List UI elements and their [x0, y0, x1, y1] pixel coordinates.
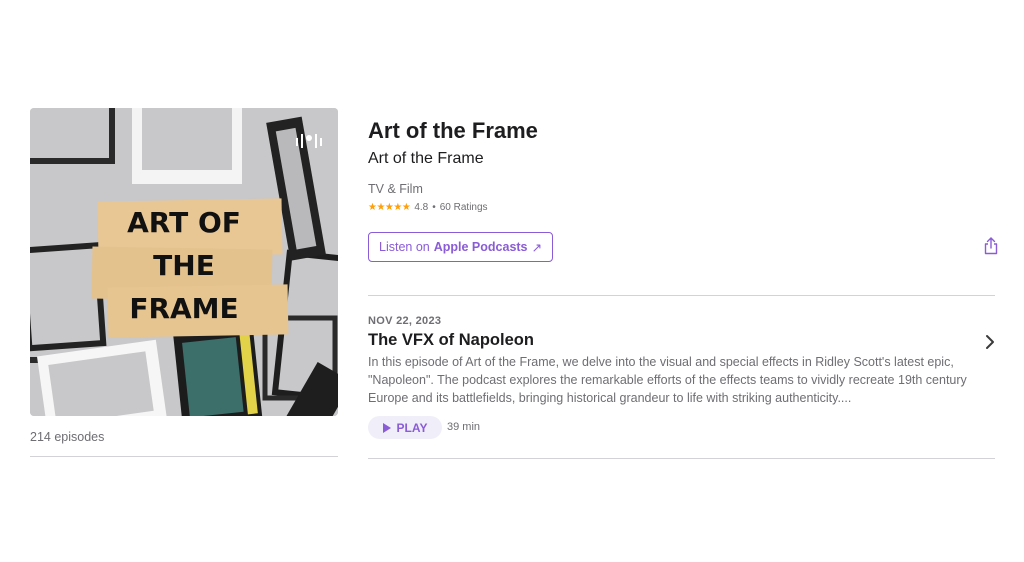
- artwork-line-1: ART OF: [127, 206, 241, 239]
- episode-title[interactable]: The VFX of Napoleon: [368, 331, 534, 350]
- rating-value: 4.8: [414, 202, 429, 213]
- episode-count: 214 episodes: [30, 430, 105, 444]
- podcast-title: Art of the Frame: [368, 118, 538, 143]
- podcast-author[interactable]: Art of the Frame: [368, 150, 484, 168]
- listen-app-name: Apple Podcasts: [433, 240, 528, 254]
- divider: [368, 295, 995, 296]
- rating-separator: •: [432, 202, 436, 213]
- episode-date: NOV 22, 2023: [368, 315, 442, 327]
- divider: [30, 456, 338, 457]
- play-icon: [382, 422, 391, 433]
- rating-count: 60 Ratings: [439, 202, 488, 213]
- rating: ★★★★★ 4.8 • 60 Ratings: [368, 202, 488, 213]
- podcast-category[interactable]: TV & Film: [368, 182, 423, 196]
- external-link-arrow-icon: ↗: [531, 240, 542, 255]
- artwork-line-2: THE: [153, 249, 215, 282]
- episode-description: In this episode of Art of the Frame, we …: [368, 355, 967, 405]
- episode-duration: 39 min: [447, 421, 481, 433]
- play-label: PLAY: [396, 420, 428, 435]
- share-icon[interactable]: [983, 237, 999, 255]
- artwork-line-3: FRAME: [129, 292, 238, 325]
- listen-prefix: Listen on: [379, 240, 430, 254]
- play-button[interactable]: PLAY: [368, 416, 442, 439]
- listen-on-apple-podcasts-button[interactable]: Listen on Apple Podcasts ↗: [368, 232, 553, 262]
- podcast-artwork: ART OF THE FRAME: [30, 108, 338, 416]
- divider: [368, 458, 995, 459]
- chevron-right-icon[interactable]: [985, 334, 995, 350]
- star-rating-icon: ★★★★★: [368, 202, 411, 213]
